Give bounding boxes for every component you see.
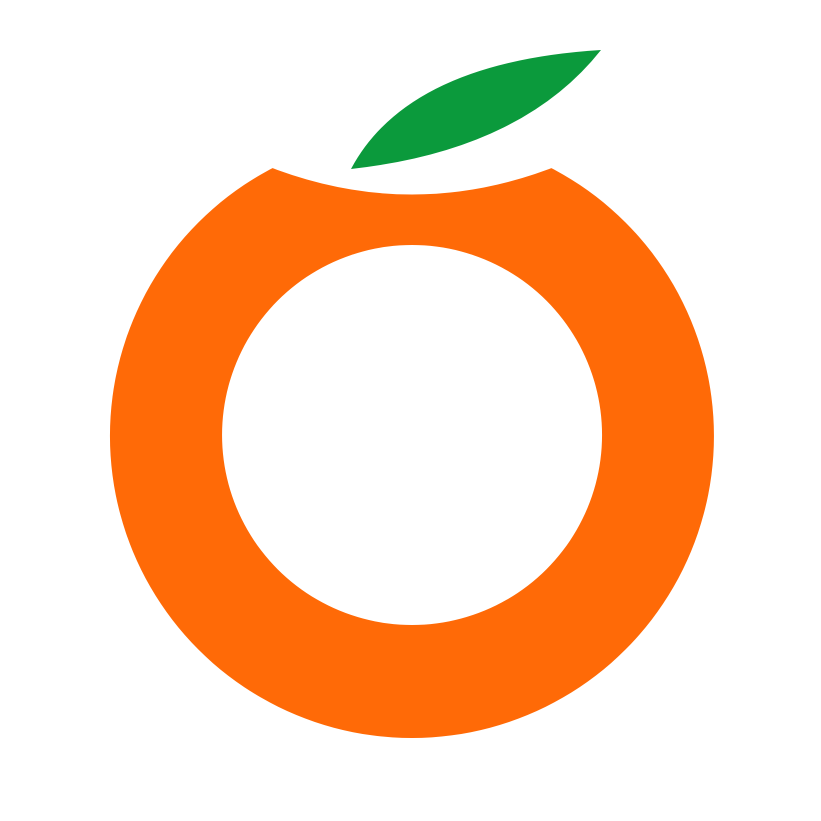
logo-canvas <box>0 0 821 821</box>
orange-logo-graphic <box>109 50 714 738</box>
orange-ring-shape <box>109 134 714 738</box>
